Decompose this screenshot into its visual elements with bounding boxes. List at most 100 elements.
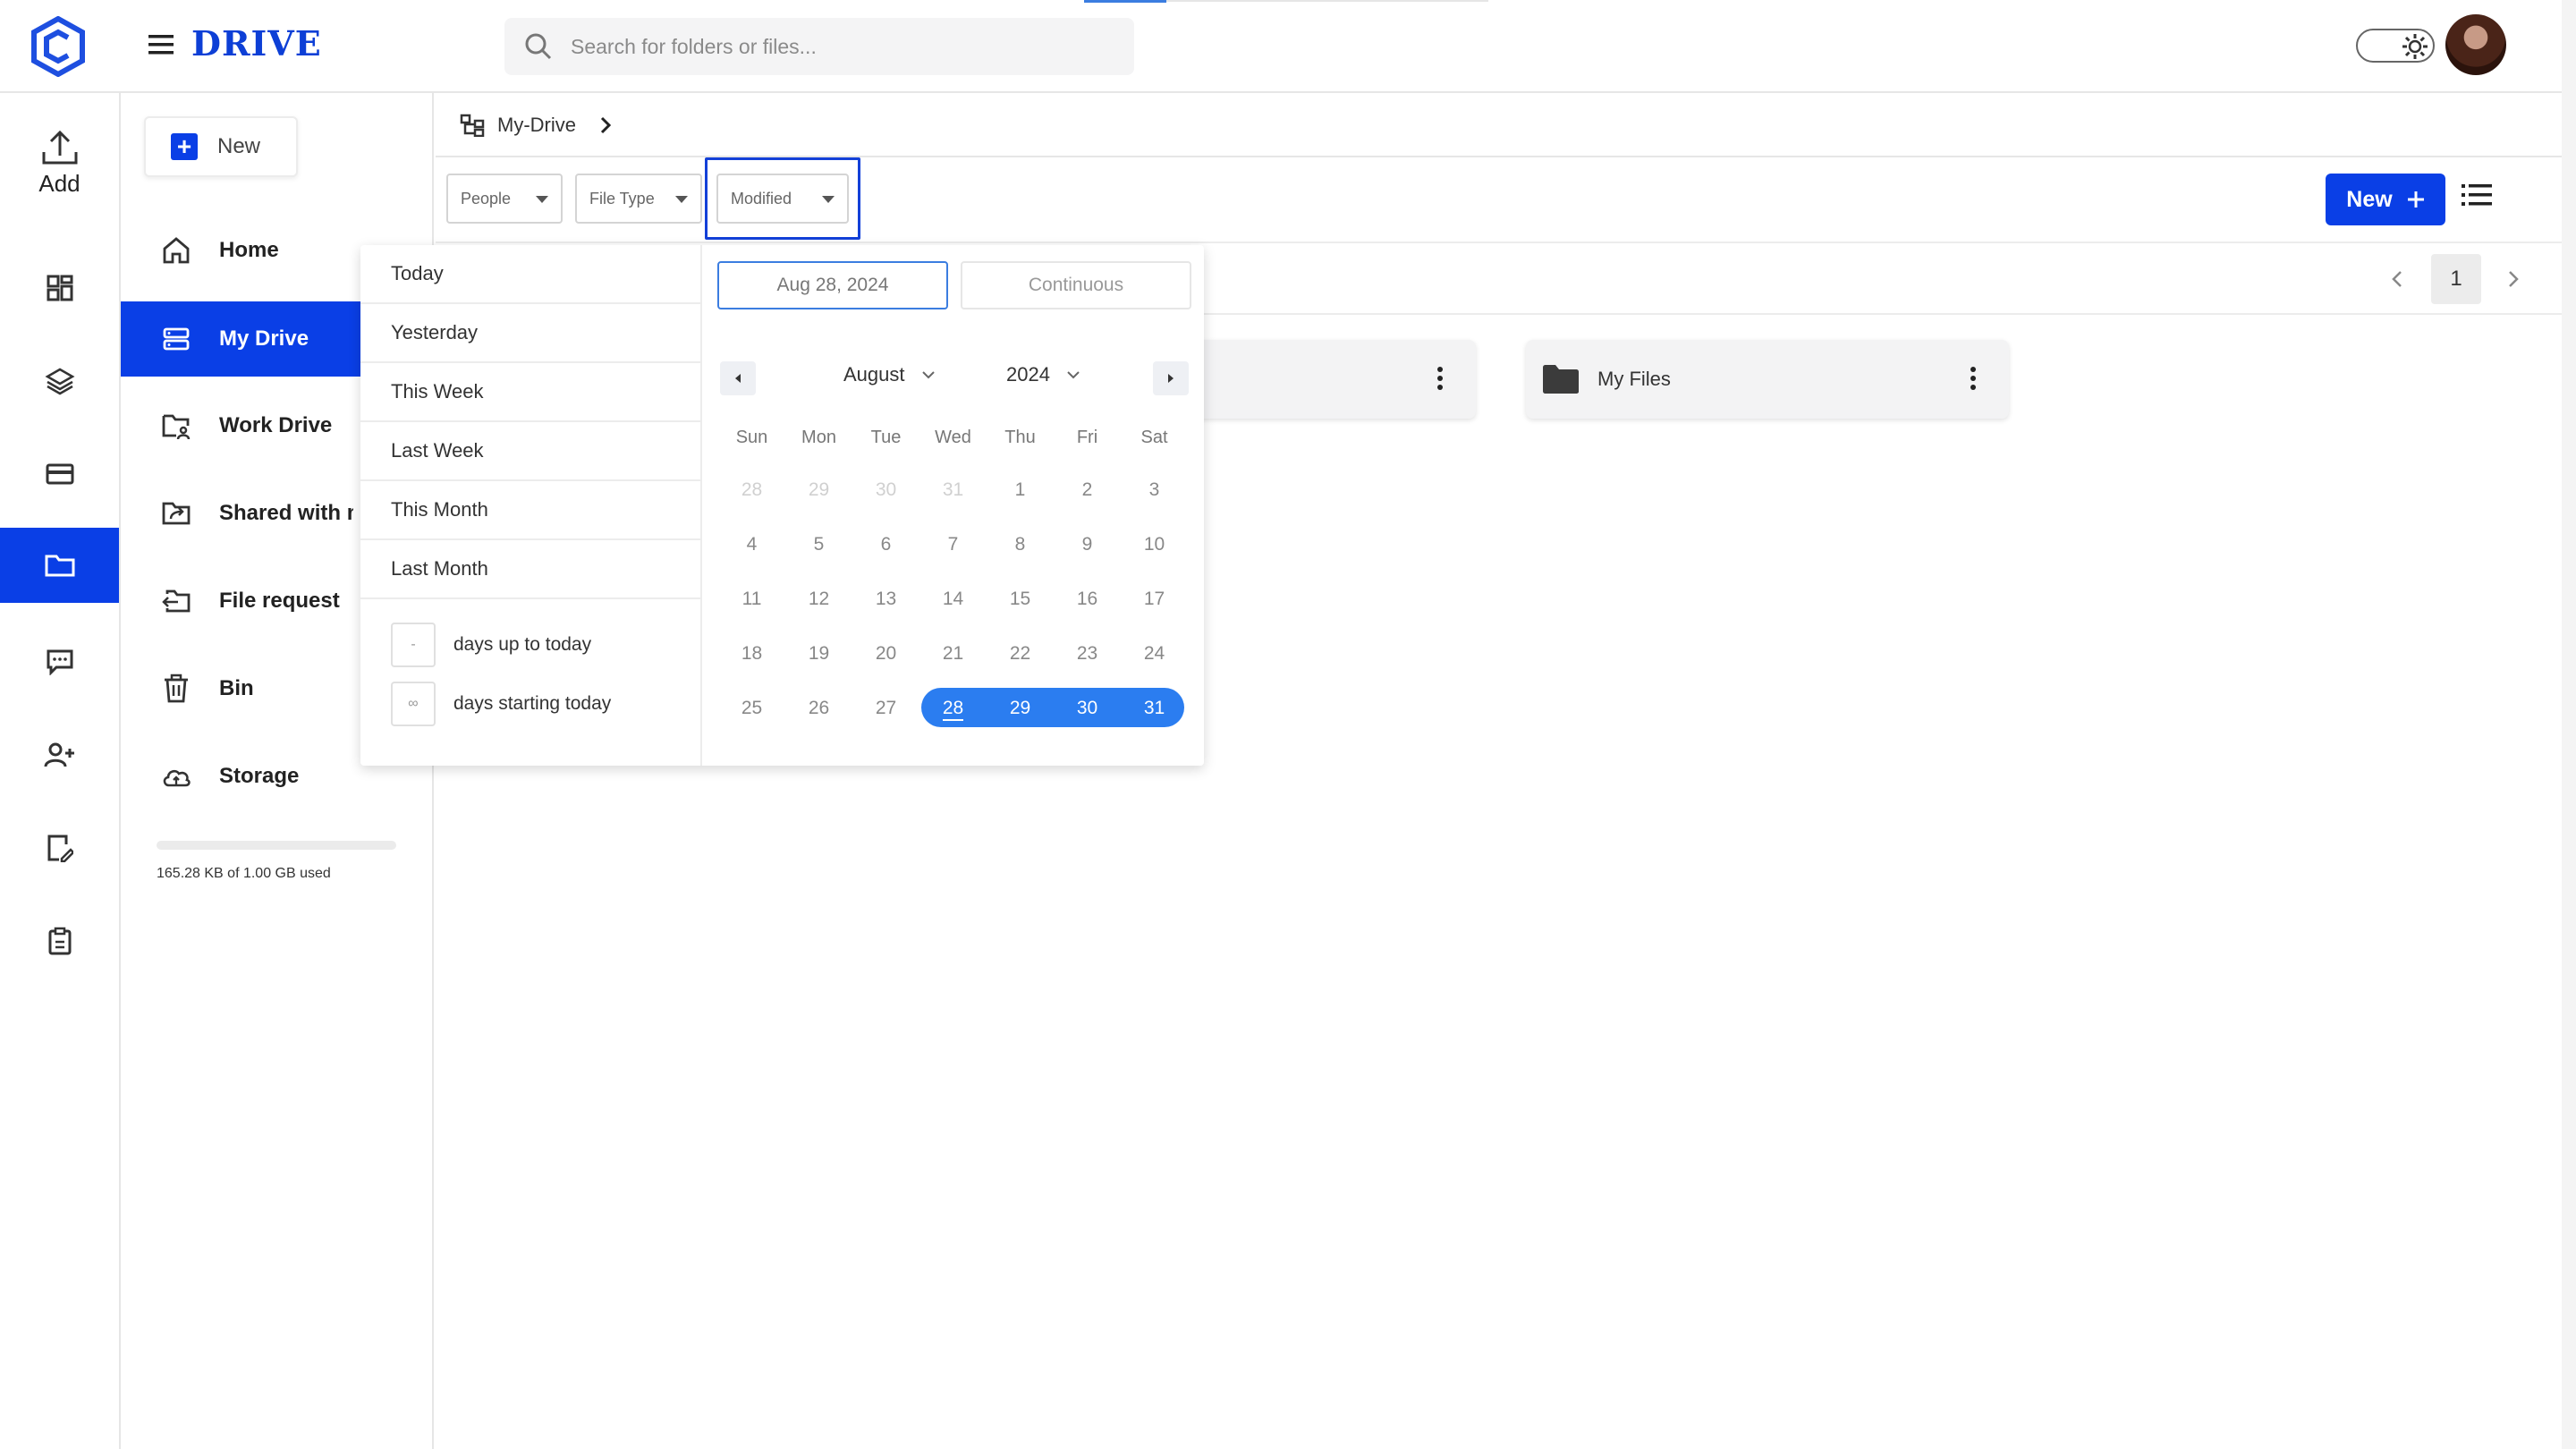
chat-icon[interactable] [0,624,119,699]
calendar-day[interactable]: 11 [718,580,785,619]
calendar-day[interactable]: 24 [1121,634,1188,674]
calendar-day[interactable]: 31 [1121,689,1188,728]
more-options-icon[interactable] [1436,365,1444,392]
calendar-day[interactable]: 16 [1054,580,1121,619]
calendar-day-label: 1 [1014,479,1026,500]
sidebar-item-my-drive[interactable]: My Drive [121,301,360,377]
calendar-day[interactable]: 29 [987,689,1054,728]
sidebar-item-home[interactable]: Home [121,213,360,288]
more-options-icon[interactable] [1970,365,1977,392]
calendar-day-label: 2 [1081,479,1093,500]
plus-icon [2407,191,2425,208]
new-button-label: New [2346,186,2393,212]
days-up-to-today-label: days up to today [453,634,592,655]
avatar[interactable] [2445,14,2506,75]
layers-icon[interactable] [0,343,119,419]
calendar-day[interactable]: 14 [919,580,987,619]
calendar-day-label: 18 [741,643,763,664]
calendar-day[interactable]: 9 [1054,525,1121,564]
app-logo-icon[interactable] [30,16,86,77]
calendar-day[interactable]: 3 [1121,470,1188,510]
calendar-day[interactable]: 15 [987,580,1054,619]
calendar-day[interactable]: 2 [1054,470,1121,510]
file-type-filter[interactable]: File Type [575,174,702,224]
calendar-day[interactable]: 10 [1121,525,1188,564]
calendar-day[interactable]: 7 [919,525,987,564]
clipboard-icon[interactable] [0,903,119,979]
calendar-day[interactable]: 28 [919,689,987,728]
calendar-day[interactable]: 21 [919,634,987,674]
file-request-icon [160,585,192,617]
prev-page-button[interactable] [2379,254,2415,304]
prev-month-button[interactable] [720,361,756,395]
start-date-field[interactable]: Aug 28, 2024 [717,261,948,309]
calendar-day[interactable]: 31 [919,470,987,510]
calendar-day[interactable]: 13 [852,580,919,619]
days-up-to-today-input[interactable]: - [391,623,436,667]
calendar-day[interactable]: 22 [987,634,1054,674]
search-bar[interactable] [504,18,1134,75]
quick-option-today[interactable]: Today [360,245,702,304]
calendar-day[interactable]: 23 [1054,634,1121,674]
sidebar-item-shared[interactable]: Shared with me [121,476,360,551]
calendar-day[interactable]: 4 [718,525,785,564]
list-view-icon[interactable] [2462,182,2492,208]
calendar-day-label: 19 [808,643,830,664]
menu-icon[interactable] [147,32,175,57]
page-scrollbar[interactable] [2562,0,2576,1449]
breadcrumb[interactable]: My-Drive [460,111,612,140]
sidebar-item-work-drive[interactable]: Work Drive [121,388,360,463]
search-input[interactable] [571,18,1107,75]
quick-option-this-month[interactable]: This Month [360,481,702,540]
edit-document-icon[interactable] [0,810,119,886]
calendar-day[interactable]: 20 [852,634,919,674]
days-starting-today-input[interactable]: ∞ [391,682,436,726]
quick-option-last-month[interactable]: Last Month [360,540,702,599]
year-select[interactable]: 2024 [1006,363,1080,386]
calendar-day[interactable]: 6 [852,525,919,564]
calendar-day[interactable]: 29 [785,470,852,510]
calendar-day[interactable]: 18 [718,634,785,674]
next-month-button[interactable] [1153,361,1189,395]
sidebar-item-storage[interactable]: Storage [121,739,360,814]
calendar-day[interactable]: 25 [718,689,785,728]
folder-icon[interactable] [0,528,119,603]
add-user-icon[interactable] [0,717,119,792]
end-date-field[interactable]: Continuous [961,261,1191,309]
quick-option-this-week[interactable]: This Week [360,363,702,422]
calendar-day[interactable]: 1 [987,470,1054,510]
calendar-day[interactable]: 17 [1121,580,1188,619]
modified-filter[interactable]: Modified [716,174,849,224]
loading-indicator [1084,0,1166,3]
calendar-header: August 2024 [718,358,1192,397]
calendar-day[interactable]: 28 [718,470,785,510]
sidebar-new-button[interactable]: + New [144,116,298,177]
work-folder-icon [160,410,192,442]
calendar-day[interactable]: 19 [785,634,852,674]
calendar-day[interactable]: 5 [785,525,852,564]
sidebar-item-bin[interactable]: Bin [121,651,360,726]
calendar-day[interactable]: 8 [987,525,1054,564]
calendar-day-label: 11 [741,589,762,609]
quick-option-last-week[interactable]: Last Week [360,422,702,481]
calendar-day[interactable]: 30 [1054,689,1121,728]
calendar-day[interactable]: 30 [852,470,919,510]
settings-toggle[interactable] [2356,29,2435,63]
page-number[interactable]: 1 [2431,254,2481,304]
new-button[interactable]: New [2326,174,2445,225]
add-button[interactable]: Add [0,129,119,209]
calendar-day[interactable]: 27 [852,689,919,728]
breadcrumb-item[interactable]: My-Drive [497,114,576,137]
dashboard-icon[interactable] [0,250,119,326]
sidebar-item-label: Storage [219,764,300,788]
people-filter[interactable]: People [446,174,563,224]
storage-usage-text: 165.28 KB of 1.00 GB used [157,866,331,881]
month-select[interactable]: August [843,363,936,386]
next-page-button[interactable] [2496,254,2531,304]
card-icon[interactable] [0,436,119,512]
quick-option-yesterday[interactable]: Yesterday [360,304,702,363]
calendar-day[interactable]: 26 [785,689,852,728]
folder-card[interactable]: My Files [1526,340,2009,419]
sidebar-item-file-request[interactable]: File request [121,564,360,639]
calendar-day[interactable]: 12 [785,580,852,619]
